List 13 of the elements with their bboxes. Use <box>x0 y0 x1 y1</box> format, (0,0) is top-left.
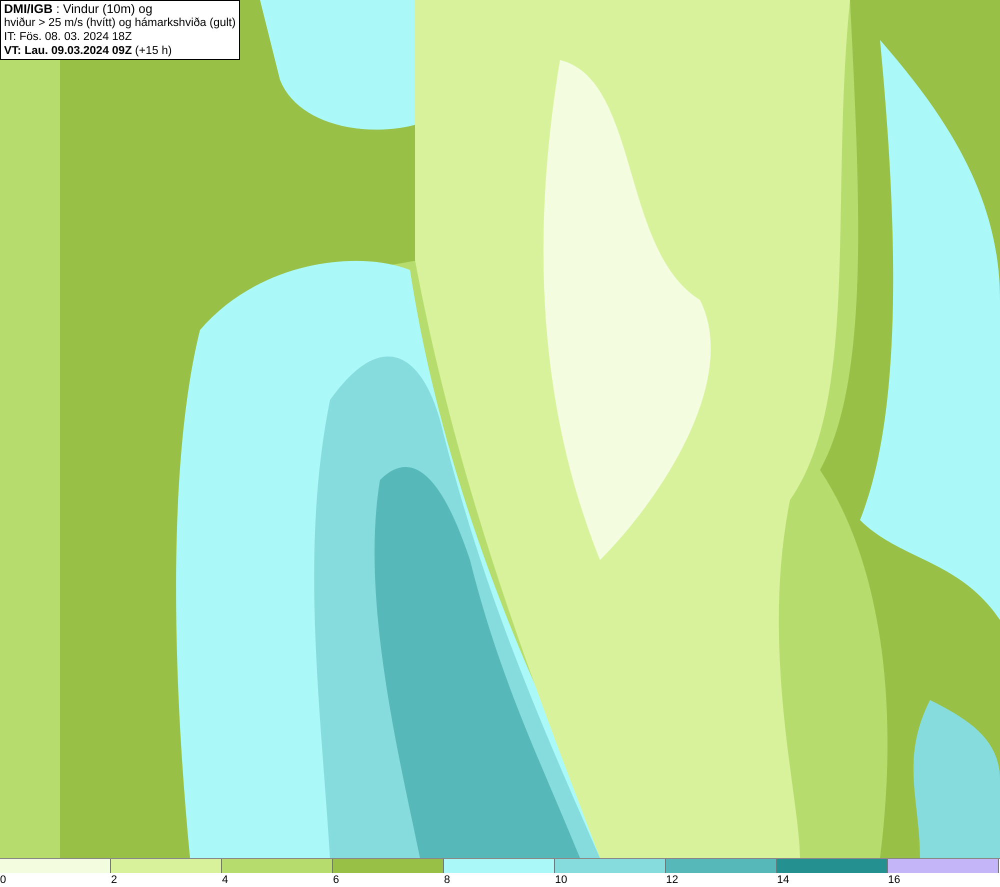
header-text: hviður > 25 m/s (hvítt) og hámarkshviða (gult) <box>4 16 236 30</box>
scale-label: 16 <box>888 873 900 887</box>
header-text: DMI/IGB : Vindur (10m) og <box>4 2 154 16</box>
scale-label: 8 <box>444 873 450 887</box>
scale-label: 0 <box>0 873 6 887</box>
scale-label: 4 <box>222 873 228 887</box>
header-text: VT: Lau. 09.03.2024 09Z (+15 h) <box>4 44 173 58</box>
scale-label: 6 <box>333 873 340 887</box>
scale-label: 2 <box>111 873 118 887</box>
header-text: IT: Fös. 08. 03. 2024 18Z <box>4 30 133 44</box>
scale-label: 10 <box>555 873 568 887</box>
scale-label: 12 <box>666 873 678 887</box>
scale-label: 14 <box>777 873 790 887</box>
